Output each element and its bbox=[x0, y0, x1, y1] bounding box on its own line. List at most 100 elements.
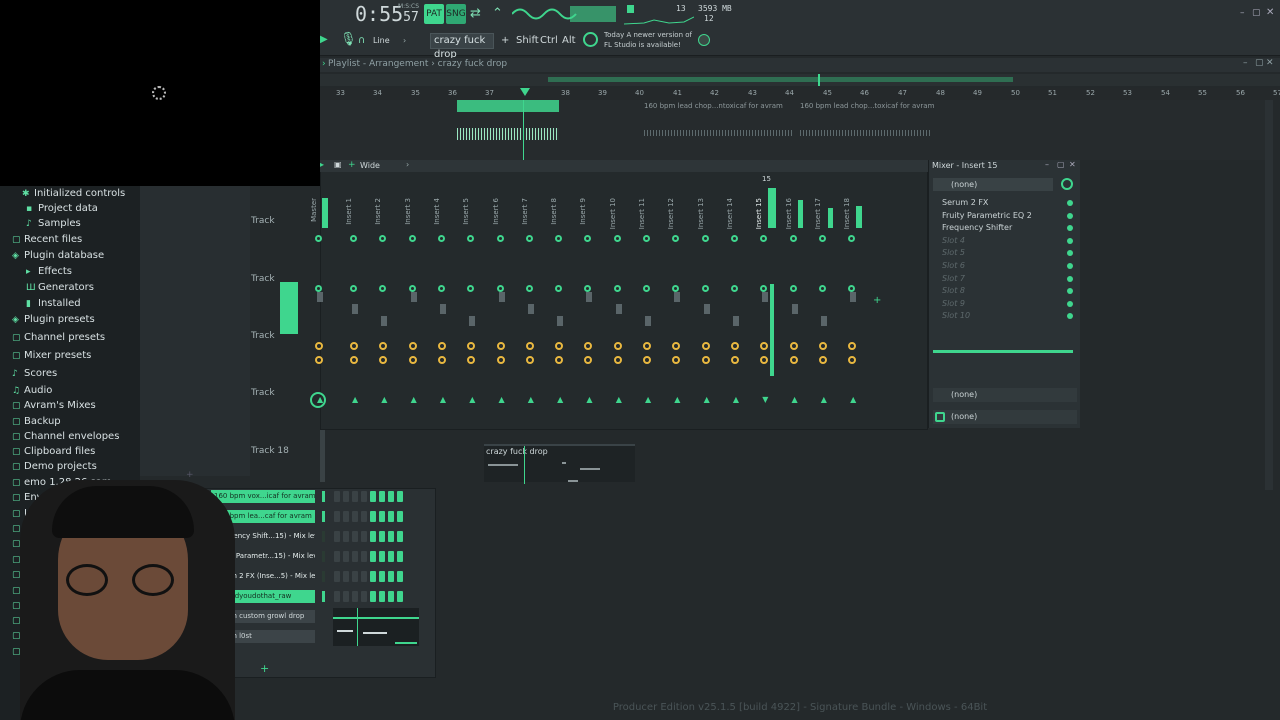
browser-item[interactable]: ✱ Initialized controls bbox=[22, 188, 125, 199]
step-button[interactable] bbox=[334, 491, 340, 502]
route-arrow-icon[interactable]: ▲ bbox=[528, 395, 534, 404]
channel-select-led[interactable] bbox=[322, 491, 325, 502]
step-button[interactable] bbox=[352, 571, 358, 582]
route-arrow-icon[interactable]: ▲ bbox=[704, 395, 710, 404]
mixer-strip-name[interactable]: Insert 13 bbox=[697, 198, 705, 229]
add-insert-icon[interactable]: + bbox=[873, 295, 881, 306]
step-button[interactable] bbox=[379, 551, 385, 562]
pan-knob[interactable] bbox=[408, 235, 416, 242]
magnet-icon[interactable]: ∩ bbox=[358, 35, 365, 46]
volume-fader[interactable] bbox=[820, 316, 827, 326]
effect-slot[interactable]: Slot 10 bbox=[942, 311, 970, 320]
volume-fader[interactable] bbox=[615, 304, 622, 314]
step-button[interactable] bbox=[334, 571, 340, 582]
volume-fader[interactable] bbox=[439, 304, 446, 314]
browser-item[interactable]: ▢ Channel presets bbox=[12, 332, 105, 343]
mixer-strip-name[interactable]: Insert 15 bbox=[755, 198, 763, 229]
track-scroll-handle[interactable] bbox=[320, 430, 325, 482]
step-button[interactable] bbox=[361, 551, 367, 562]
mixer-strip-name[interactable]: Insert 4 bbox=[433, 198, 441, 225]
minimize-icon[interactable]: – bbox=[1045, 160, 1049, 169]
stereo-knob[interactable] bbox=[643, 285, 650, 292]
route-arrow-icon[interactable]: ▼ bbox=[762, 395, 768, 404]
fx-knob[interactable] bbox=[315, 356, 323, 364]
fx-knob[interactable] bbox=[643, 356, 651, 364]
effect-slot[interactable]: Serum 2 FX bbox=[942, 198, 988, 207]
browser-item[interactable]: ▢ Recent files bbox=[12, 234, 82, 245]
pan-knob[interactable] bbox=[789, 235, 797, 242]
pan-knob[interactable] bbox=[350, 235, 357, 242]
step-button[interactable] bbox=[343, 491, 349, 502]
pan-knob[interactable] bbox=[701, 235, 709, 242]
step-button[interactable] bbox=[352, 511, 358, 522]
fx-knob[interactable] bbox=[437, 342, 446, 350]
stereo-knob[interactable] bbox=[613, 285, 621, 292]
metronome-icon[interactable]: ⌃ bbox=[492, 6, 503, 21]
volume-fader[interactable] bbox=[791, 304, 798, 314]
fx-knob[interactable] bbox=[789, 356, 798, 364]
browser-item[interactable]: ♪ Scores bbox=[12, 368, 57, 379]
fx-knob[interactable] bbox=[818, 356, 827, 364]
mixer-strip-name[interactable]: Insert 18 bbox=[843, 198, 851, 229]
slot-enable-icon[interactable] bbox=[1067, 300, 1073, 307]
channel-select-led[interactable] bbox=[322, 571, 325, 582]
ctrl-key-button[interactable]: Ctrl bbox=[540, 35, 558, 46]
mixer-strip-name[interactable]: Insert 14 bbox=[726, 198, 734, 229]
mixer-strip-name[interactable]: Insert 11 bbox=[638, 198, 646, 229]
step-button[interactable] bbox=[352, 491, 358, 502]
chevron-right-icon[interactable]: › bbox=[406, 160, 409, 169]
add-icon[interactable]: + bbox=[348, 160, 356, 170]
minimize-icon[interactable]: – bbox=[1240, 8, 1245, 18]
route-arrow-icon[interactable]: ▲ bbox=[499, 395, 505, 404]
step-button[interactable] bbox=[379, 591, 385, 602]
browser-item[interactable]: Ш Generators bbox=[26, 282, 94, 293]
fx-knob[interactable] bbox=[730, 356, 739, 364]
pan-knob[interactable] bbox=[315, 235, 322, 242]
step-button[interactable] bbox=[370, 531, 376, 542]
slot-enable-icon[interactable] bbox=[1067, 263, 1073, 269]
add-pattern-icon[interactable]: + bbox=[501, 35, 509, 46]
volume-fader[interactable] bbox=[469, 316, 476, 326]
fx-knob[interactable] bbox=[350, 356, 358, 364]
pan-knob[interactable] bbox=[437, 235, 445, 242]
fx-knob[interactable] bbox=[408, 356, 417, 364]
volume-fader[interactable] bbox=[557, 316, 564, 326]
volume-fader[interactable] bbox=[498, 292, 505, 302]
microphone-icon[interactable]: 🎙 bbox=[340, 32, 357, 47]
route-arrow-icon[interactable]: ▲ bbox=[616, 395, 622, 404]
channel-button[interactable]: 160 bpm vox...icaf for avram bbox=[211, 490, 315, 503]
audio-clip[interactable] bbox=[457, 100, 559, 112]
fx-knob[interactable] bbox=[315, 342, 323, 350]
volume-fader[interactable] bbox=[381, 316, 388, 326]
slot-enable-icon[interactable] bbox=[1067, 212, 1073, 219]
step-button[interactable] bbox=[352, 551, 358, 562]
channel-select-led[interactable] bbox=[322, 531, 325, 542]
route-arrow-icon[interactable]: ▲ bbox=[645, 395, 651, 404]
mixer-strip-name[interactable]: Insert 9 bbox=[579, 198, 587, 225]
channel-select-led[interactable] bbox=[322, 511, 325, 522]
master-pan-knob[interactable] bbox=[310, 392, 326, 408]
step-button[interactable] bbox=[388, 491, 394, 502]
arrow-right-icon[interactable]: ▶ bbox=[320, 34, 328, 45]
slot-enable-icon[interactable] bbox=[1067, 200, 1073, 206]
stereo-knob[interactable] bbox=[730, 285, 738, 292]
browser-item[interactable]: ▪ Project data bbox=[26, 203, 98, 214]
browser-item[interactable]: ♪ Samples bbox=[26, 218, 81, 229]
piano-roll-preview[interactable] bbox=[333, 608, 419, 646]
mixer-strip-name[interactable]: Insert 6 bbox=[492, 198, 500, 225]
step-button[interactable] bbox=[397, 511, 403, 522]
step-button[interactable] bbox=[370, 511, 376, 522]
route-arrow-icon[interactable]: ▲ bbox=[850, 395, 856, 404]
mixer-strip-name[interactable]: Insert 7 bbox=[521, 198, 529, 225]
step-button[interactable] bbox=[352, 531, 358, 542]
browser-item[interactable]: ▮ Installed bbox=[26, 298, 81, 309]
volume-fader[interactable] bbox=[645, 316, 651, 326]
browser-item[interactable]: ▢ Backup bbox=[12, 416, 61, 427]
pan-knob[interactable] bbox=[730, 235, 738, 242]
browser-item[interactable]: ▸ Effects bbox=[26, 266, 72, 277]
volume-fader[interactable] bbox=[762, 292, 769, 302]
fx-knob[interactable] bbox=[437, 356, 446, 364]
latency-icon[interactable] bbox=[1061, 178, 1073, 190]
pan-knob[interactable] bbox=[613, 235, 621, 242]
fx-knob[interactable] bbox=[730, 342, 739, 350]
